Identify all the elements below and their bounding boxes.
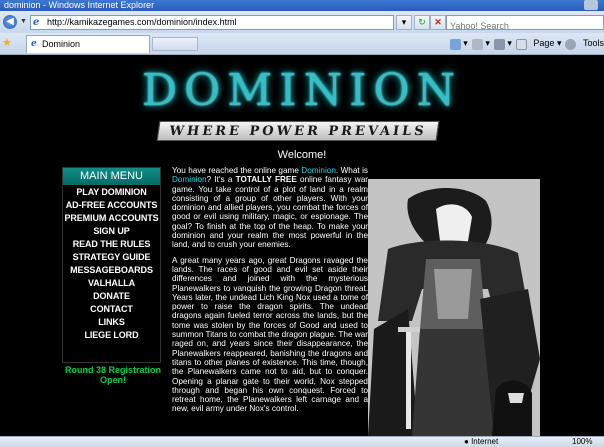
address-dropdown-icon[interactable]: ▾: [396, 15, 412, 30]
menu-item-donate[interactable]: DONATE: [63, 290, 160, 303]
intro-paragraph-1: You have reached the online game Dominio…: [172, 166, 368, 250]
tab-label: Dominion: [42, 39, 81, 49]
new-tab-button[interactable]: [152, 37, 198, 51]
window-title: dominion - Windows Internet Explorer: [4, 0, 155, 10]
search-field[interactable]: [446, 15, 604, 32]
back-icon[interactable]: ◀: [3, 15, 17, 29]
totally-free-text: TOTALLY FREE: [235, 175, 297, 185]
zoom-level[interactable]: 100%: [572, 437, 592, 447]
menu-item-liege-lord[interactable]: LIEGE LORD: [63, 329, 160, 342]
stop-icon[interactable]: ✕: [430, 15, 446, 30]
menu-item-sign-up[interactable]: SIGN UP: [63, 225, 160, 238]
main-menu: MAIN MENU PLAY DOMINION AD-FREE ACCOUNTS…: [62, 167, 161, 363]
menu-item-messageboards[interactable]: MESSAGEBOARDS: [63, 264, 160, 277]
registration-notice[interactable]: Round 38 Registration Open!: [58, 365, 168, 385]
address-url[interactable]: http://kamikazegames.com/dominion/index.…: [47, 16, 237, 29]
globe-icon: ●: [464, 437, 469, 446]
ie-logo-icon: e: [31, 39, 37, 49]
game-name: Dominion: [301, 166, 336, 175]
security-zone[interactable]: ● Internet: [464, 437, 498, 447]
menu-item-ad-free-accounts[interactable]: AD-FREE ACCOUNTS: [63, 199, 160, 212]
page-content: DOMINION WHERE POWER PREVAILS Welcome! M…: [0, 55, 604, 436]
site-logo: DOMINION: [141, 65, 463, 116]
feeds-icon[interactable]: ▾: [471, 38, 490, 50]
menu-item-links[interactable]: LINKS: [63, 316, 160, 329]
game-name: Dominion: [172, 175, 207, 185]
tab-dominion[interactable]: e Dominion: [26, 35, 150, 53]
tools-menu[interactable]: Tools: [565, 38, 604, 50]
main-menu-title: MAIN MENU: [63, 168, 160, 185]
window-title-bar: dominion - Windows Internet Explorer: [0, 0, 604, 11]
search-input[interactable]: [447, 20, 603, 32]
favorites-star-icon[interactable]: ★: [2, 37, 12, 49]
window-controls[interactable]: [584, 0, 598, 10]
menu-item-valhalla[interactable]: VALHALLA: [63, 277, 160, 290]
ie-logo-icon: e: [33, 17, 40, 28]
page-menu[interactable]: Page ▾: [515, 38, 561, 50]
page-icon: [515, 38, 527, 50]
welcome-heading: Welcome!: [277, 149, 327, 161]
home-icon[interactable]: ▾: [449, 38, 468, 50]
menu-item-premium-accounts[interactable]: PREMIUM ACCOUNTS: [63, 212, 160, 225]
chevron-down-icon[interactable]: ▼: [20, 16, 28, 28]
menu-item-contact[interactable]: CONTACT: [63, 303, 160, 316]
tagline-banner: WHERE POWER PREVAILS: [156, 121, 440, 141]
refresh-icon[interactable]: ↻: [414, 15, 430, 30]
print-icon[interactable]: ▾: [493, 38, 512, 50]
menu-item-play-dominion[interactable]: PLAY DOMINION: [63, 186, 160, 199]
tab-row: ★ e Dominion ▾ ▾ ▾ Page ▾ Tools: [0, 33, 604, 55]
character-artwork: [368, 179, 540, 436]
command-bar: ▾ ▾ ▾ Page ▾ Tools: [446, 36, 604, 52]
intro-text: You have reached the online game Dominio…: [172, 166, 368, 414]
tools-gear-icon: [565, 38, 577, 50]
menu-item-strategy-guide[interactable]: STRATEGY GUIDE: [63, 251, 160, 264]
warrior-illustration: [368, 179, 540, 436]
menu-item-read-the-rules[interactable]: READ THE RULES: [63, 238, 160, 251]
logo-wrap: DOMINION: [0, 65, 604, 117]
intro-paragraph-2: A great many years ago, great Dragons ra…: [172, 255, 369, 414]
status-bar: ● Internet 100%: [0, 436, 604, 447]
address-toolbar: ◀ ▼ e http://kamikazegames.com/dominion/…: [0, 11, 604, 33]
address-field[interactable]: e http://kamikazegames.com/dominion/inde…: [30, 15, 394, 30]
